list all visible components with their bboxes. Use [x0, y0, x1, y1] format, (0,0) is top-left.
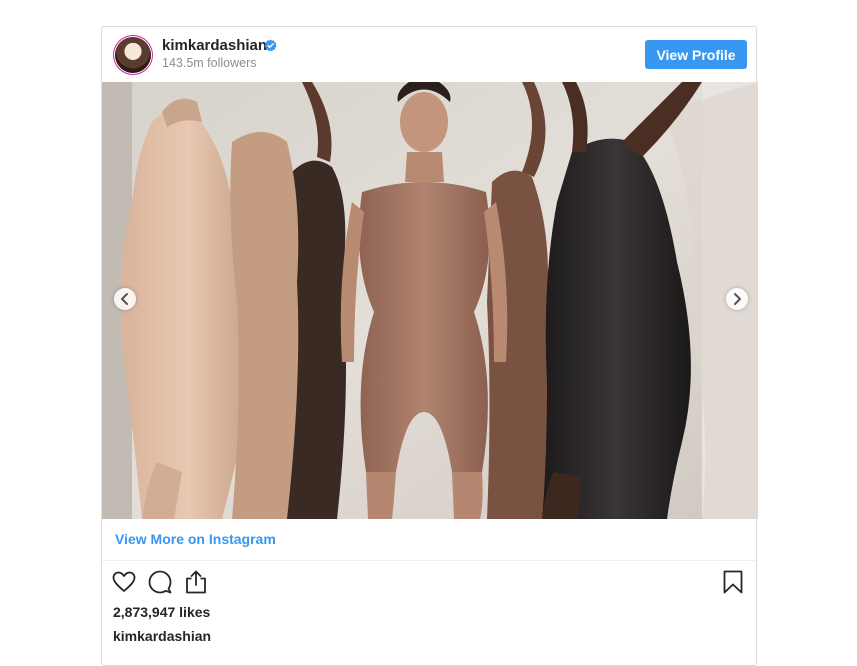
follower-count: 143.5m followers [162, 56, 257, 70]
carousel-next-button[interactable] [726, 288, 748, 310]
view-profile-button[interactable]: View Profile [645, 40, 747, 69]
comment-icon[interactable] [147, 569, 173, 595]
post-image[interactable] [102, 82, 758, 519]
avatar[interactable] [115, 37, 151, 73]
caption-username[interactable]: kimkardashian [113, 628, 211, 644]
carousel-prev-button[interactable] [114, 288, 136, 310]
chevron-left-icon [121, 293, 128, 305]
heart-icon[interactable] [111, 569, 137, 595]
divider [102, 560, 756, 561]
chevron-right-icon [734, 293, 741, 305]
header-username[interactable]: kimkardashian [162, 37, 267, 54]
post-header: kimkardashian 143.5m followers View Prof… [102, 27, 756, 83]
instagram-embed-card: kimkardashian 143.5m followers View Prof… [101, 26, 758, 666]
view-more-link[interactable]: View More on Instagram [115, 531, 276, 547]
verified-badge-icon [264, 39, 277, 52]
post-photo [102, 82, 758, 519]
action-bar [102, 569, 756, 599]
bookmark-icon[interactable] [720, 569, 746, 595]
like-count[interactable]: 2,873,947 likes [113, 604, 210, 620]
share-icon[interactable] [183, 569, 209, 595]
